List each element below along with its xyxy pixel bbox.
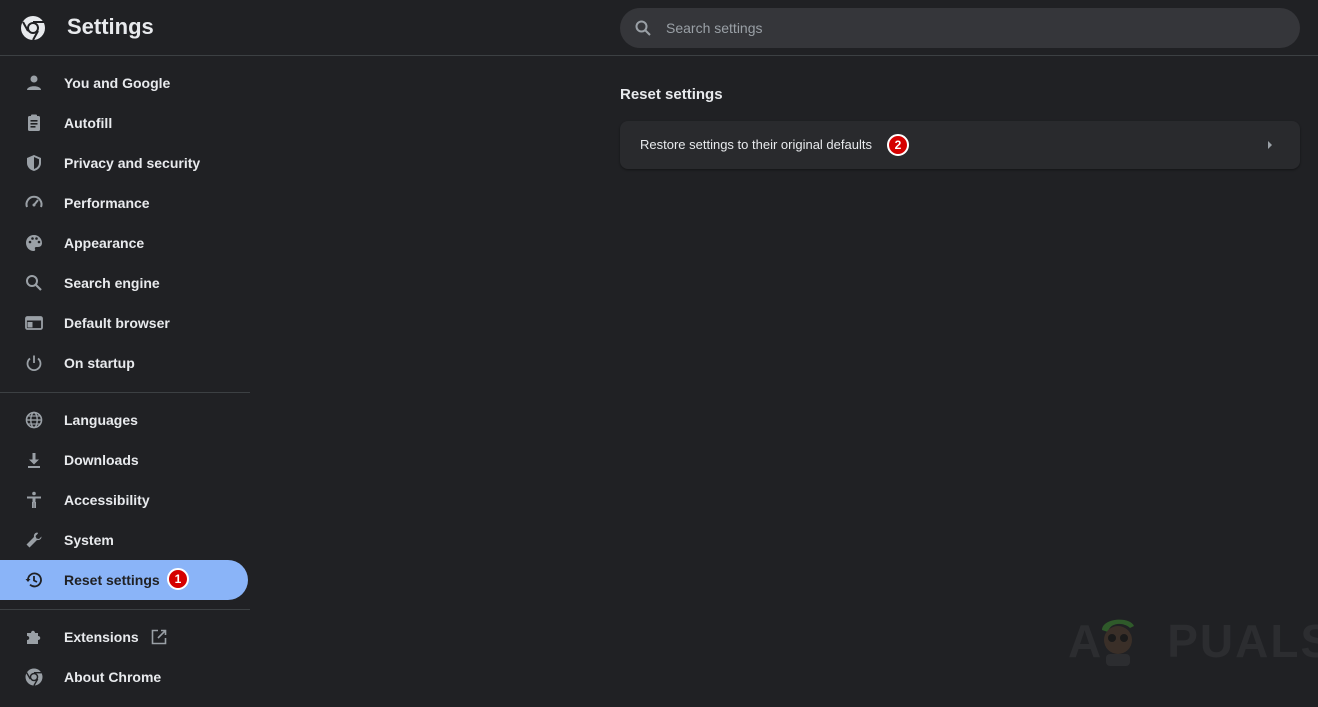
accessibility-icon	[27, 491, 41, 508]
sidebar-item-label: Extensions	[64, 629, 139, 645]
chrome-logo-icon	[21, 16, 45, 41]
sidebar-divider	[0, 609, 250, 610]
toolbar: Settings	[0, 0, 1318, 56]
power-icon	[26, 355, 42, 372]
sidebar-item-languages[interactable]: Languages	[0, 400, 248, 440]
restore-defaults-row[interactable]: Restore settings to their original defau…	[620, 121, 1300, 169]
sidebar-divider	[0, 392, 250, 393]
restore-defaults-label: Restore settings to their original defau…	[640, 137, 872, 152]
sidebar-item-label: Reset settings	[64, 572, 160, 588]
download-icon	[28, 453, 40, 468]
sidebar-item-label: Performance	[64, 195, 150, 211]
sidebar-item-extensions[interactable]: Extensions	[0, 617, 248, 657]
sidebar-item-you-and-google[interactable]: You and Google	[0, 63, 248, 103]
section-title: Reset settings	[620, 86, 723, 103]
sidebar-item-label: Appearance	[64, 235, 145, 251]
search-box[interactable]	[620, 8, 1300, 48]
sidebar-item-about-chrome[interactable]: About Chrome	[0, 657, 248, 697]
person-icon	[27, 75, 41, 90]
globe-icon	[25, 411, 43, 429]
sidebar-item-label: Search engine	[64, 275, 160, 291]
sidebar-item-autofill[interactable]: Autofill	[0, 103, 248, 143]
watermark-mascot-icon	[1102, 619, 1134, 666]
sidebar-item-accessibility[interactable]: Accessibility	[0, 480, 248, 520]
annotation-badge-2: 2	[887, 134, 909, 156]
sidebar-item-label: Accessibility	[64, 492, 150, 508]
sidebar: You and Google Autofill Privacy and secu…	[0, 56, 250, 707]
chrome-icon	[25, 668, 43, 686]
browser-window-icon	[25, 316, 43, 330]
palette-icon	[26, 235, 42, 251]
sidebar-item-label: You and Google	[64, 75, 171, 91]
clipboard-icon	[28, 114, 40, 131]
speedometer-icon	[25, 195, 43, 208]
sidebar-item-on-startup[interactable]: On startup	[0, 343, 248, 383]
search-icon	[635, 20, 651, 36]
sidebar-item-label: On startup	[64, 355, 135, 371]
wrench-icon	[26, 532, 42, 548]
sidebar-item-downloads[interactable]: Downloads	[0, 440, 248, 480]
history-icon	[25, 572, 42, 588]
sidebar-item-reset-settings[interactable]: Reset settings 1	[0, 560, 248, 600]
arrow-right-icon	[1268, 141, 1272, 149]
watermark-puals: PUALS	[1167, 615, 1318, 667]
sidebar-item-label: System	[64, 532, 114, 548]
sidebar-item-performance[interactable]: Performance	[0, 183, 248, 223]
annotation-badge-1: 1	[167, 568, 189, 590]
sidebar-item-label: Default browser	[64, 315, 170, 331]
sidebar-item-label: Downloads	[64, 452, 139, 468]
open-in-new-icon[interactable]	[150, 628, 168, 646]
shield-icon	[27, 155, 41, 171]
search-input[interactable]	[666, 8, 1286, 48]
sidebar-item-search-engine[interactable]: Search engine	[0, 263, 248, 303]
search-icon	[26, 275, 42, 291]
sidebar-item-label: Privacy and security	[64, 155, 201, 171]
sidebar-item-default-browser[interactable]: Default browser	[0, 303, 248, 343]
page-title: Settings	[67, 14, 154, 39]
sidebar-item-appearance[interactable]: Appearance	[0, 223, 248, 263]
sidebar-item-label: Autofill	[64, 115, 113, 131]
sidebar-item-privacy[interactable]: Privacy and security	[0, 143, 248, 183]
sidebar-item-label: Languages	[64, 412, 138, 428]
puzzle-icon	[27, 630, 41, 644]
sidebar-item-system[interactable]: System	[0, 520, 248, 560]
sidebar-item-label: About Chrome	[64, 669, 162, 685]
